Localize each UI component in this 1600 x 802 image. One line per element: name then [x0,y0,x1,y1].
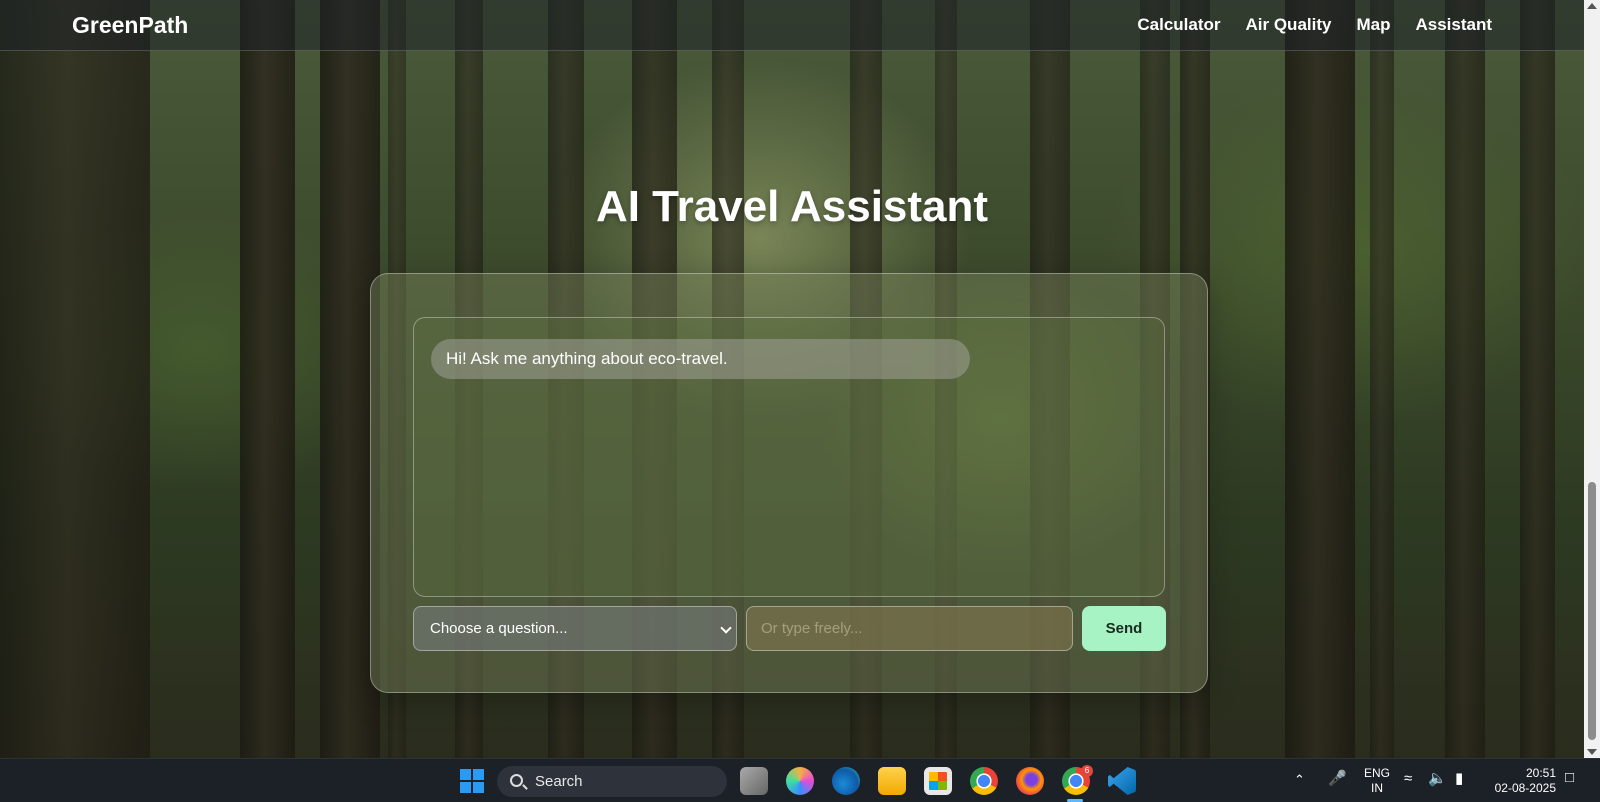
search-icon [510,774,523,787]
windows-taskbar: Search 6 ⌃ 🎤 ENG IN ≈ 🔈 ▮ 20:51 02-08-20… [0,758,1600,802]
firefox-icon[interactable] [1016,767,1044,795]
taskbar-search[interactable]: Search [497,766,727,797]
file-explorer-icon[interactable] [878,767,906,795]
scroll-thumb[interactable] [1588,482,1596,740]
clock[interactable]: 20:51 02-08-2025 [1484,766,1556,796]
region-code: IN [1371,781,1383,795]
nav-link-calculator[interactable]: Calculator [1137,15,1220,35]
clock-date: 02-08-2025 [1494,781,1556,795]
chat-controls: Choose a question... Send [413,606,1166,651]
battery-icon[interactable]: ▮ [1455,769,1463,787]
copilot-icon[interactable] [786,767,814,795]
chat-messages-area[interactable]: Hi! Ask me anything about eco-travel. [413,317,1165,597]
nav-links: Calculator Air Quality Map Assistant [1137,15,1492,35]
language-indicator[interactable]: ENG IN [1362,766,1392,796]
brand-logo[interactable]: GreenPath [72,12,188,39]
scroll-down-arrow-icon[interactable] [1587,749,1597,755]
question-select-value: Choose a question... [430,620,568,637]
chevron-down-icon [720,622,732,634]
microsoft-store-icon[interactable] [924,767,952,795]
send-button[interactable]: Send [1082,606,1166,651]
nav-link-air-quality[interactable]: Air Quality [1246,15,1332,35]
page-scrollbar[interactable] [1584,0,1600,758]
nav-link-map[interactable]: Map [1356,15,1390,35]
wifi-icon[interactable]: ≈ [1404,770,1412,787]
clock-time: 20:51 [1525,766,1556,780]
chrome-icon[interactable] [970,767,998,795]
volume-icon[interactable]: 🔈 [1428,769,1447,787]
task-view-icon[interactable] [740,767,768,795]
chevron-up-icon[interactable]: ⌃ [1294,772,1305,788]
language-code: ENG [1363,766,1390,780]
chat-card: Hi! Ask me anything about eco-travel. Ch… [370,273,1208,693]
vscode-icon[interactable] [1108,767,1136,795]
notification-badge: 6 [1081,765,1093,777]
nav-link-assistant[interactable]: Assistant [1415,15,1492,35]
microphone-icon[interactable]: 🎤 [1328,769,1347,787]
top-navbar: GreenPath Calculator Air Quality Map Ass… [0,0,1584,51]
page-title: AI Travel Assistant [595,182,989,231]
free-text-input[interactable] [746,606,1073,651]
edge-icon[interactable] [832,767,860,795]
question-select[interactable]: Choose a question... [413,606,737,651]
taskbar-search-label: Search [535,773,583,790]
bot-message: Hi! Ask me anything about eco-travel. [431,339,970,379]
scroll-up-arrow-icon[interactable] [1587,3,1597,9]
windows-start-icon[interactable] [460,769,484,793]
notification-center-icon[interactable]: □ [1565,769,1574,786]
